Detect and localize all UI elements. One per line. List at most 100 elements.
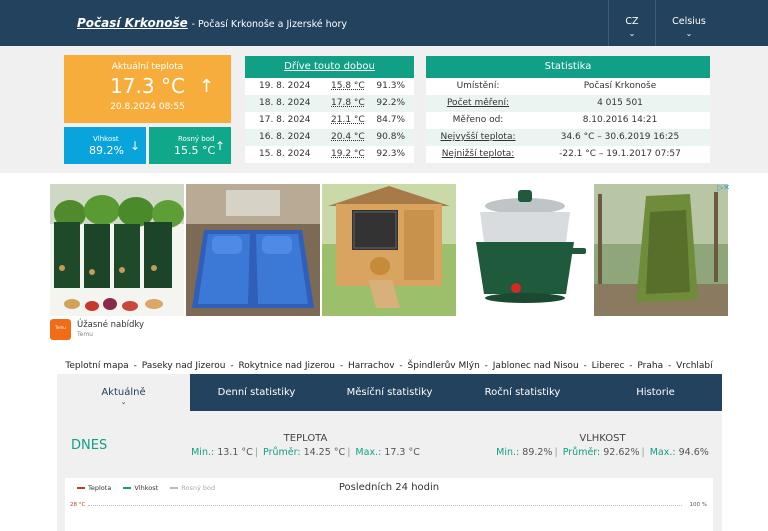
- row-humidity: 91.3%: [376, 81, 405, 91]
- separator: -: [227, 361, 237, 371]
- tab-rocni-statistiky[interactable]: Roční statistiky: [456, 374, 589, 411]
- link-liberec[interactable]: Liberec: [592, 361, 625, 371]
- link-rokytnice[interactable]: Rokytnice nad Jizerou: [238, 361, 335, 371]
- history-heading-link[interactable]: Dříve touto dobou: [245, 56, 414, 78]
- site-subtitle: - Počasí Krkonoše a Jizerské hory: [191, 19, 348, 30]
- history-rows: 19. 8. 2024 15.8 °C 91.3% 18. 8. 2024 17.8 …: [245, 78, 414, 163]
- stat-key-link[interactable]: Nejvyšší teplota:: [426, 132, 530, 142]
- separator: -: [130, 361, 140, 371]
- unit-selector[interactable]: Celsius ⌄: [655, 0, 722, 46]
- current-datetime: 20.8.2024 08:55: [110, 102, 185, 112]
- link-paseky[interactable]: Paseky nad Jizerou: [142, 361, 226, 371]
- language-label: CZ: [625, 16, 639, 27]
- tab-mesicni-statistiky[interactable]: Měsíční statistiky: [323, 374, 456, 411]
- y-axis-right-top-label: 100 %: [689, 502, 707, 508]
- chevron-down-icon: ⌄: [628, 29, 636, 38]
- chart-legend: Teplota Vlhkost Rosný bod: [77, 484, 225, 492]
- avg-value: 92.62%: [603, 447, 640, 458]
- table-row: Umístění: Počasí Krkonoše: [426, 78, 710, 95]
- arrow-up-icon: ↑: [198, 76, 214, 97]
- tab-aktualne[interactable]: Aktuálně ⌄: [57, 374, 190, 411]
- row-date: 16. 8. 2024: [259, 132, 311, 142]
- history-table: Dříve touto dobou 19. 8. 2024 15.8 °C 91.3…: [245, 56, 414, 163]
- temperature-title: TEPLOTA: [283, 433, 328, 444]
- ad-tile-car-mattress[interactable]: [186, 184, 320, 316]
- today-label: DNES: [71, 438, 108, 453]
- link-teplotni-mapa[interactable]: Teplotní mapa: [65, 361, 128, 371]
- row-date: 18. 8. 2024: [259, 98, 311, 108]
- table-row: 17. 8. 2024 21.1 °C 84.7%: [245, 112, 414, 129]
- stat-value: Počasí Krkonoše: [583, 81, 657, 91]
- link-spindleruv-mlyn[interactable]: Špindlerův Mlýn: [408, 361, 480, 371]
- min-label: Min.:: [191, 447, 215, 458]
- row-date: 15. 8. 2024: [259, 149, 311, 159]
- min-label: Min.:: [496, 447, 520, 458]
- legend-swatch: [77, 487, 85, 489]
- tab-label: Denní statistiky: [217, 387, 296, 398]
- stat-value: 4 015 501: [597, 98, 643, 108]
- separator: |: [554, 447, 558, 458]
- stat-key: Umístění:: [456, 81, 500, 91]
- table-row: Měřeno od: 8.10.2016 14:21: [426, 112, 710, 129]
- tab-label: Roční statistiky: [484, 387, 561, 398]
- separator: |: [641, 447, 645, 458]
- row-date: 19. 8. 2024: [259, 81, 311, 91]
- current-content-panel: DNES TEPLOTA Min.: 13.1 °C | Průměr: 14.2…: [57, 411, 722, 531]
- max-value: 17.3 °C: [384, 447, 420, 458]
- legend-item-teplota[interactable]: Teplota: [77, 484, 111, 492]
- separator: -: [665, 361, 675, 371]
- humidity-title: VLHKOST: [579, 433, 626, 444]
- link-jablonec[interactable]: Jablonec nad Nisou: [493, 361, 579, 371]
- site-title-link[interactable]: Počasí Krkonoše: [77, 16, 188, 30]
- ad-brand: Temu: [77, 331, 93, 338]
- legend-item-vlhkost[interactable]: Vlhkost: [123, 484, 158, 492]
- legend-label: Rosný bod: [181, 484, 216, 492]
- tab-denni-statistiky[interactable]: Denní statistiky: [190, 374, 323, 411]
- language-selector[interactable]: CZ ⌄: [608, 0, 655, 46]
- max-label: Max.:: [355, 447, 382, 458]
- top-bar: Počasí Krkonoše - Počasí Krkonoše a Jize…: [0, 0, 768, 46]
- avg-label: Průměr:: [562, 447, 601, 458]
- adchoices-icon[interactable]: ▷✕: [717, 183, 730, 192]
- statistics-rows: Umístění: Počasí Krkonoše Počet měření: 4 …: [426, 78, 710, 163]
- temperature-values: Min.: 13.1 °C | Průměr: 14.25 °C | Max.: 1…: [183, 447, 428, 458]
- advertisement[interactable]: ▷✕ Temu Úžasné nabídky Temu: [49, 183, 730, 342]
- humidity-values: Min.: 89.2% | Průměr: 92.62% | Max.: 94.6%: [490, 447, 715, 458]
- separator: -: [626, 361, 636, 371]
- last-24-hours-chart: Posledních 24 hodin Teplota Vlhkost Rosn…: [65, 478, 713, 531]
- ad-title[interactable]: Úžasné nabídky: [77, 320, 144, 330]
- separator: -: [396, 361, 406, 371]
- legend-item-rosny-bod[interactable]: Rosný bod: [170, 484, 215, 492]
- table-row: Nejvyšší teplota: 34.6 °C – 30.6.2019 16:…: [426, 129, 710, 146]
- ad-tile-electric-pot[interactable]: [458, 184, 592, 316]
- tab-label: Měsíční statistiky: [346, 387, 433, 398]
- max-value: 94.6%: [678, 447, 709, 458]
- avg-label: Průměr:: [263, 447, 301, 458]
- unit-label: Celsius: [672, 16, 706, 27]
- row-temp: 21.1 °C: [331, 115, 365, 125]
- ad-tile-tent[interactable]: [594, 184, 728, 316]
- arrow-down-icon: ↓: [129, 139, 140, 153]
- separator: -: [337, 361, 346, 371]
- row-humidity: 90.8%: [376, 132, 405, 142]
- avg-value: 14.25 °C: [303, 447, 346, 458]
- chart-gridline: [88, 505, 682, 506]
- separator: |: [347, 447, 351, 458]
- max-label: Max.:: [649, 447, 676, 458]
- tab-historie[interactable]: Historie: [589, 374, 722, 411]
- ad-tile-grow-bags[interactable]: [50, 184, 184, 316]
- link-vrchlabi[interactable]: Vrchlabí: [676, 361, 713, 371]
- min-value: 89.2%: [522, 447, 553, 458]
- separator: -: [481, 361, 491, 371]
- stat-key-link[interactable]: Počet měření:: [426, 98, 530, 108]
- current-temperature-label: Aktuální teplota: [111, 62, 184, 72]
- stat-value: -22.1 °C – 19.1.2017 07:57: [559, 149, 681, 159]
- current-temperature-card: Aktuální teplota 17.3 °C ↑ 20.8.2024 08:…: [64, 55, 231, 123]
- dew-point-card: Rosný bod 15.5 °C ↑: [149, 127, 231, 164]
- statistics-table: Statistika Umístění: Počasí Krkonoše Poče…: [426, 56, 710, 163]
- stat-key-link[interactable]: Nejnižší teplota:: [426, 149, 530, 159]
- ad-tile-chicken-coop[interactable]: [322, 184, 456, 316]
- arrow-up-icon: ↑: [214, 139, 225, 153]
- link-harrachov[interactable]: Harrachov: [348, 361, 395, 371]
- link-praha[interactable]: Praha: [637, 361, 663, 371]
